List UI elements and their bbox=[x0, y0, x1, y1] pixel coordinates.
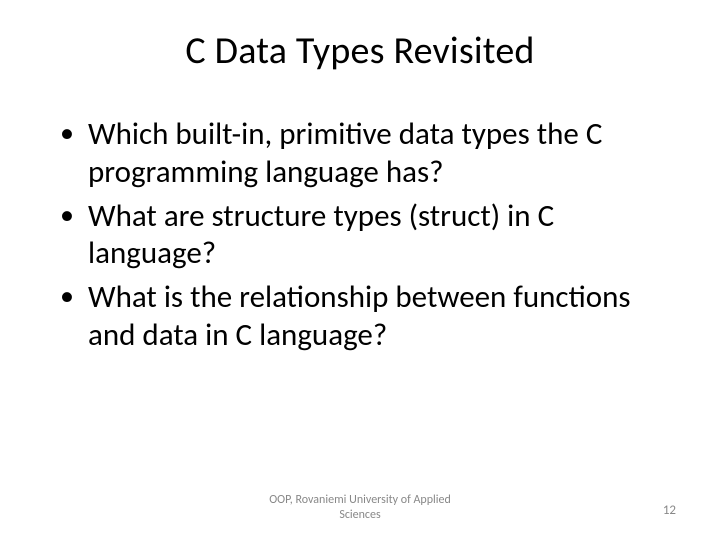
bullet-item: What are structure types (struct) in C l… bbox=[58, 198, 670, 274]
page-number: 12 bbox=[663, 503, 676, 518]
bullet-item: What is the relationship between functio… bbox=[58, 279, 670, 355]
bullet-item: Which built-in, primitive data types the… bbox=[58, 116, 670, 192]
bullet-list: Which built-in, primitive data types the… bbox=[50, 116, 670, 355]
footer-text: OOP, Rovaniemi University of Applied Sci… bbox=[250, 493, 470, 522]
slide: C Data Types Revisited Which built-in, p… bbox=[0, 0, 720, 540]
slide-title: C Data Types Revisited bbox=[50, 28, 670, 74]
footer: OOP, Rovaniemi University of Applied Sci… bbox=[0, 493, 720, 522]
